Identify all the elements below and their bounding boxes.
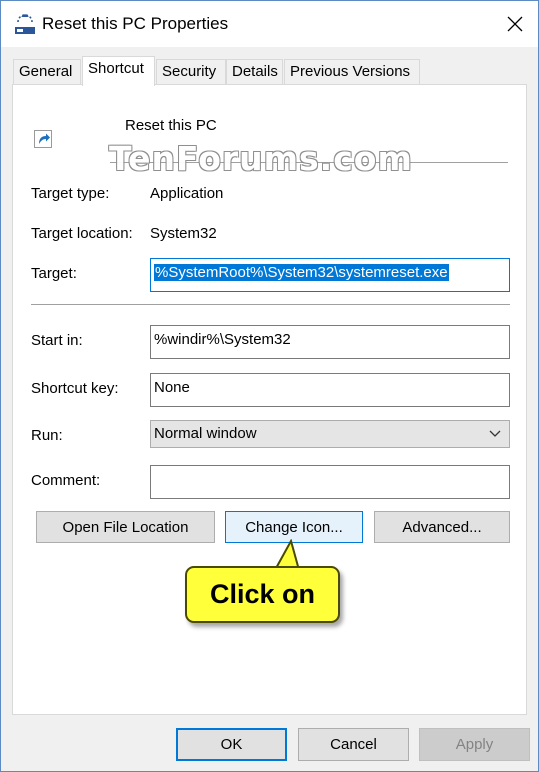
comment-input[interactable]: [150, 465, 510, 499]
target-value: %SystemRoot%\System32\systemreset.exe: [154, 264, 449, 281]
tab-security[interactable]: Security: [156, 59, 226, 85]
target-location-value: System32: [150, 225, 217, 242]
apply-button[interactable]: Apply: [419, 728, 530, 761]
reset-pc-icon: [15, 14, 35, 34]
close-button[interactable]: [492, 1, 538, 47]
run-label: Run:: [31, 427, 63, 444]
target-type-value: Application: [150, 185, 224, 202]
divider: [31, 304, 510, 305]
shortcut-name: Reset this PC: [125, 117, 217, 134]
comment-label: Comment:: [31, 472, 101, 489]
tab-previous-versions[interactable]: Previous Versions: [284, 59, 420, 85]
window-title: Reset this PC Properties: [42, 14, 229, 33]
ok-button[interactable]: OK: [176, 728, 287, 761]
target-type-label: Target type:: [31, 185, 110, 202]
tab-shortcut[interactable]: Shortcut: [82, 56, 155, 86]
open-file-location-button[interactable]: Open File Location: [36, 511, 215, 543]
run-select-value: Normal window: [154, 425, 257, 442]
title-bar: Reset this PC Properties: [1, 1, 538, 47]
chevron-down-icon: [489, 430, 501, 437]
close-icon: [507, 16, 523, 32]
target-location-label: Target location:: [31, 225, 133, 242]
shortcut-key-label: Shortcut key:: [31, 380, 119, 397]
shortcut-key-input[interactable]: None: [150, 373, 510, 407]
start-in-label: Start in:: [31, 332, 83, 349]
target-input[interactable]: %SystemRoot%\System32\systemreset.exe: [150, 258, 510, 292]
callout-click-on: Click on: [185, 566, 340, 623]
tab-details[interactable]: Details: [226, 59, 283, 85]
run-select[interactable]: Normal window: [150, 420, 510, 448]
shortcut-arrow-icon: [34, 130, 52, 148]
properties-window: Reset this PC Properties General Shortcu…: [0, 0, 539, 772]
advanced-button[interactable]: Advanced...: [374, 511, 510, 543]
watermark: TenForums.com: [109, 139, 413, 178]
cancel-button[interactable]: Cancel: [298, 728, 409, 761]
start-in-input[interactable]: %windir%\System32: [150, 325, 510, 359]
tab-general[interactable]: General: [13, 59, 81, 85]
target-label: Target:: [31, 265, 77, 282]
